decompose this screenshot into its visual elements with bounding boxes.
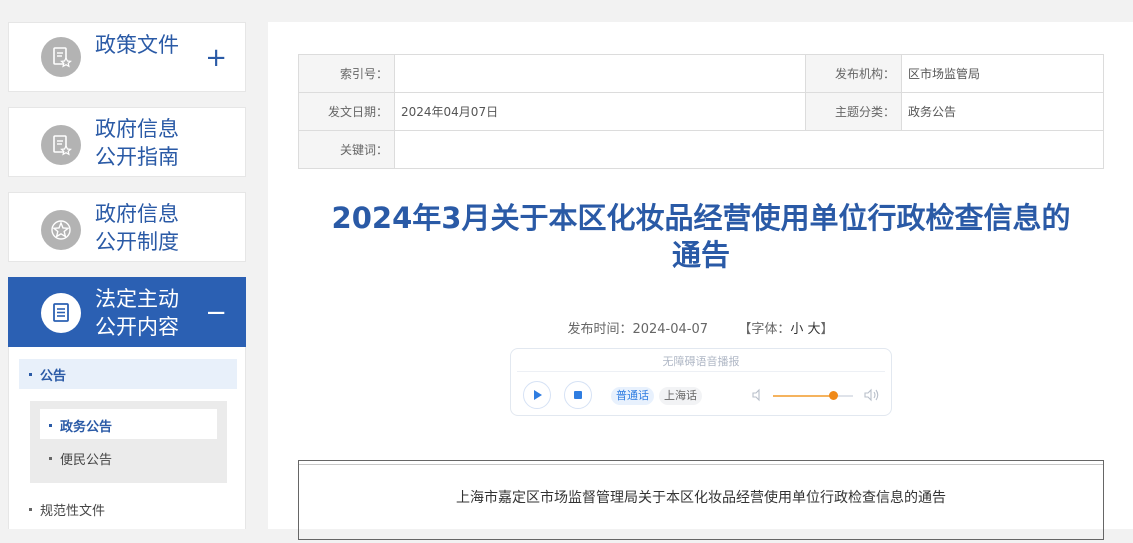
issue-date-label: 发文日期：	[298, 92, 395, 131]
play-icon	[534, 390, 542, 400]
document-star-icon	[41, 37, 81, 77]
keywords-label: 关键词：	[298, 130, 395, 169]
sidebar-item-label: 法定主动	[95, 287, 179, 311]
player-hint: 无障碍语音播报	[662, 355, 740, 368]
stop-button[interactable]	[564, 381, 592, 409]
article-body-box: 上海市嘉定区市场监督管理局关于本区化妆品经营使用单位行政检查信息的通告	[298, 460, 1104, 540]
font-size-large-link[interactable]: 大	[807, 322, 820, 337]
sidebar-submenu: 公告 政务公告 便民公告 规范性文件	[8, 347, 246, 529]
expand-plus-icon[interactable]: +	[205, 45, 227, 71]
submenu-item-label: 便民公告	[60, 453, 113, 468]
play-button[interactable]	[523, 381, 551, 409]
keywords-value	[394, 130, 1104, 169]
publish-info: 发布时间：2024-04-07 【字体：小 大】	[268, 318, 1133, 337]
publish-time: 发布时间：2024-04-07	[567, 322, 709, 337]
submenu-item-label: 规范性文件	[40, 504, 106, 519]
bullet-icon	[49, 424, 52, 427]
submenu-item-government-announcements[interactable]: 政务公告	[49, 416, 112, 435]
volume-low-icon	[752, 388, 760, 402]
audio-player: 无障碍语音播报 普通话 上海话	[510, 348, 892, 416]
font-size-label-close: 】	[820, 322, 834, 337]
star-badge-icon	[41, 210, 81, 250]
bullet-icon	[49, 457, 52, 460]
player-divider	[517, 371, 885, 372]
sidebar-item-label: 政策文件	[95, 33, 179, 57]
volume-high-icon	[864, 388, 879, 402]
index-number-value	[394, 54, 806, 93]
sidebar-item-statutory-content[interactable]: 法定主动 公开内容 −	[8, 277, 246, 347]
topic-value: 政务公告	[901, 92, 1104, 131]
sidebar-item-disclosure-guide[interactable]: 政府信息 公开指南	[8, 107, 246, 177]
submenu-item-announcements[interactable]: 公告	[29, 365, 66, 384]
submenu-item-public-notices[interactable]: 便民公告	[49, 449, 112, 468]
bullet-icon	[29, 373, 32, 376]
font-size-small-link[interactable]: 小	[790, 322, 803, 337]
article-body-first-line: 上海市嘉定区市场监督管理局关于本区化妆品经营使用单位行政检查信息的通告	[456, 490, 946, 506]
sidebar-item-disclosure-system[interactable]: 政府信息 公开制度	[8, 192, 246, 262]
volume-slider-handle[interactable]	[829, 391, 838, 400]
article-title-line: 2024年3月关于本区化妆品经营使用单位行政检查信息的	[331, 201, 1071, 235]
index-number-label: 索引号：	[298, 54, 395, 93]
submenu-item-normative-documents[interactable]: 规范性文件	[29, 500, 105, 519]
list-document-icon	[41, 293, 81, 333]
lang-putonghua-button[interactable]: 普通话	[611, 387, 654, 405]
sidebar-item-label: 公开制度	[95, 230, 179, 254]
submenu-item-label: 政务公告	[60, 420, 113, 435]
article-title-line: 通告	[671, 238, 730, 272]
submenu-item-label: 公告	[40, 369, 67, 384]
sidebar: 政策文件 + 政府信息 公开指南 政府信息 公开制度 法定主动 公开内容 − 公…	[0, 0, 258, 529]
topic-label: 主题分类：	[805, 92, 902, 131]
bullet-icon	[29, 508, 32, 511]
document-meta-table: 索引号： 发布机构： 区市场监管局 发文日期： 2024年04月07日 主题分类…	[298, 54, 1104, 169]
document-star-icon	[41, 125, 81, 165]
sidebar-item-label: 政府信息	[95, 202, 179, 226]
collapse-minus-icon[interactable]: −	[205, 300, 227, 326]
main-content: 索引号： 发布机构： 区市场监管局 发文日期： 2024年04月07日 主题分类…	[268, 22, 1133, 540]
font-size-label: 【字体：	[738, 322, 791, 337]
sidebar-item-label: 政府信息	[95, 117, 179, 141]
sidebar-item-label: 公开指南	[95, 145, 179, 169]
sidebar-item-label: 公开内容	[95, 315, 179, 339]
volume-track-filled	[773, 395, 833, 397]
stop-icon	[574, 391, 582, 399]
article-title: 2024年3月关于本区化妆品经营使用单位行政检查信息的 通告	[296, 200, 1106, 274]
agency-value: 区市场监管局	[901, 54, 1104, 93]
sidebar-item-policy-documents[interactable]: 政策文件 +	[8, 22, 246, 92]
lang-shanghai-button[interactable]: 上海话	[659, 387, 702, 405]
agency-label: 发布机构：	[805, 54, 902, 93]
issue-date-value: 2024年04月07日	[394, 92, 806, 131]
